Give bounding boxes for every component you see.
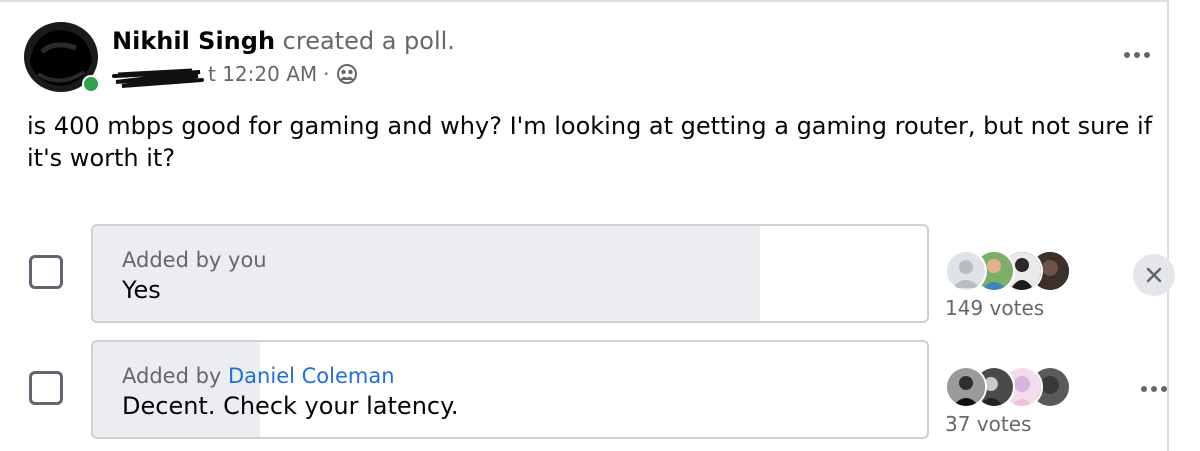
top-divider bbox=[0, 0, 1168, 2]
post-timestamp[interactable]: t 12:20 AM bbox=[208, 62, 317, 86]
poll-option-text: Yes bbox=[122, 276, 161, 304]
post-header: Nikhil Singh created a poll. bbox=[112, 26, 455, 56]
added-by-prefix: Added by you bbox=[122, 248, 267, 272]
poll-option-checkbox[interactable] bbox=[29, 371, 63, 405]
voter-avatar[interactable] bbox=[945, 366, 987, 408]
online-status-dot bbox=[82, 75, 100, 93]
author-name[interactable]: Nikhil Singh bbox=[112, 27, 275, 55]
dot bbox=[1141, 386, 1147, 392]
poll-option: Added by Daniel Coleman Decent. Check yo… bbox=[0, 340, 1168, 442]
dot bbox=[1161, 386, 1167, 392]
poll-option-box[interactable]: Added by Daniel Coleman Decent. Check yo… bbox=[91, 340, 929, 439]
vote-count[interactable]: 149 votes bbox=[945, 296, 1044, 320]
post-action: created a poll. bbox=[282, 27, 455, 55]
dot bbox=[1124, 52, 1130, 58]
meta-separator: · bbox=[323, 62, 330, 86]
added-by-prefix: Added by bbox=[122, 364, 229, 388]
dot bbox=[1144, 52, 1150, 58]
post-meta: t 12:20 AM · bbox=[112, 60, 358, 88]
post-more-options-button[interactable] bbox=[1118, 40, 1156, 70]
dot bbox=[1134, 52, 1140, 58]
poll-option: Added by you Yes 149 votes bbox=[0, 224, 1175, 326]
voter-avatar[interactable] bbox=[945, 250, 987, 292]
post-body-text: is 400 mbps good for gaming and why? I'm… bbox=[27, 112, 1153, 172]
added-by-text: Added by Daniel Coleman bbox=[122, 362, 927, 390]
vote-count[interactable]: 37 votes bbox=[945, 412, 1031, 436]
dot bbox=[1151, 386, 1157, 392]
redaction-scribble bbox=[112, 68, 204, 88]
poll-option-text: Decent. Check your latency. bbox=[122, 392, 459, 420]
poll-option-checkbox[interactable] bbox=[29, 255, 63, 289]
poll-option-box[interactable]: Added by you Yes bbox=[91, 224, 929, 323]
friends-icon[interactable] bbox=[336, 63, 358, 85]
added-by-text: Added by you bbox=[122, 246, 927, 274]
remove-option-button[interactable] bbox=[1133, 254, 1175, 296]
close-icon bbox=[1146, 267, 1162, 283]
option-more-options-button[interactable] bbox=[1135, 374, 1173, 404]
adder-name-link[interactable]: Daniel Coleman bbox=[228, 364, 395, 388]
